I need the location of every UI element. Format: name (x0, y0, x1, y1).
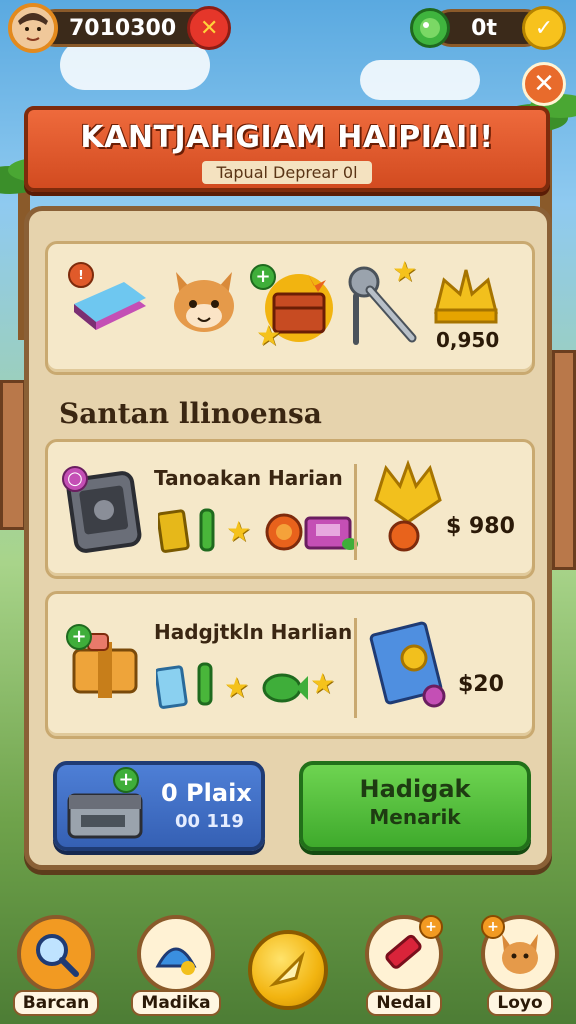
new-badge-icon: ! (68, 262, 94, 288)
task-card-1[interactable]: ○ Tanoakan Harian ★ $ 980 (45, 439, 535, 579)
notification-badge-icon: + (419, 915, 443, 939)
close-button[interactable]: ✕ (522, 62, 566, 106)
search-icon (17, 915, 95, 993)
section-title: Santan llinoensa (59, 397, 322, 430)
card-item-icon (156, 508, 190, 558)
event-banner: KANTJAHGIAM HAIPIAII! Tapual Deprear 0l (24, 106, 550, 192)
hammer-item-icon: ★ (344, 258, 420, 350)
book-item-icon: ! (68, 262, 150, 344)
nav-item-loyo[interactable]: + Loyo (470, 915, 570, 1016)
nav-label: Nedal (366, 990, 442, 1016)
arrow-icon (268, 950, 305, 987)
dynamite-icon: + (365, 915, 443, 993)
nav-item-magic[interactable]: Madika (126, 915, 226, 1016)
add-badge-icon: + (250, 264, 276, 290)
hud-score: 7010300 ✕ (8, 3, 232, 53)
potion-icon (194, 660, 216, 712)
nav-label: Barcan (12, 990, 100, 1016)
gem-icon (410, 8, 451, 48)
add-badge-icon: + (113, 767, 139, 793)
magic-shell-icon (137, 915, 215, 993)
plaix-button[interactable]: + 0 Plaix 00 119 (53, 761, 265, 851)
green-button-subtitle: Menarik (369, 805, 461, 829)
nav-item-medal[interactable]: + Nedal (354, 915, 454, 1016)
blue-button-title: 0 Plaix (161, 779, 252, 807)
claim-button[interactable]: Hadigak Menarik (299, 761, 531, 851)
treasure-chest-icon: + ★ (250, 264, 338, 350)
banner-subtitle: Tapual Deprear 0l (202, 161, 372, 184)
star-icon: ★ (310, 667, 336, 700)
cat-item-icon (166, 264, 242, 344)
chest-box-icon (67, 793, 143, 839)
add-coin-button[interactable]: ✓ (522, 6, 566, 50)
house-left (0, 380, 26, 530)
card-divider (354, 464, 357, 560)
blue-button-value: 00 119 (175, 811, 244, 832)
house-right (552, 350, 576, 570)
hud-currency: 0t ✓ (410, 6, 566, 50)
close-icon[interactable]: ✕ (187, 6, 232, 50)
reward-price: 0,950 (436, 328, 500, 352)
star-icon: ★ (256, 319, 282, 352)
star-icon: ★ (226, 515, 252, 548)
task-card-2[interactable]: + Hadgjtkln Harlian ★ ★ $20 (45, 591, 535, 739)
task-label-1: Tanoakan Harian (154, 466, 343, 490)
banner-title: KANTJAHGIAM HAIPIAII! (80, 120, 494, 155)
add-badge-icon: + (66, 624, 92, 650)
blueprint-gear-icon (368, 614, 454, 714)
player-avatar[interactable] (8, 3, 58, 53)
coin-icon (264, 512, 304, 556)
task-price-2: $20 (458, 672, 504, 697)
card-divider (354, 618, 357, 718)
potion-icon (196, 506, 218, 558)
star-icon: ★ (392, 255, 418, 288)
green-button-title: Hadigak (359, 775, 471, 803)
task-price-1: $ 980 (446, 514, 515, 539)
notification-badge-icon: + (481, 915, 505, 939)
task-label-2: Hadgjtkln Harlian (154, 620, 353, 644)
reward-panel: ! + ★ ★ 0,950 Santan llinoensa ○ Tanoaka… (24, 206, 552, 870)
new-badge-icon: ○ (62, 466, 88, 492)
gold-crown-icon (430, 264, 502, 332)
crown-amulet-icon (370, 459, 446, 560)
star-icon: ★ (224, 671, 250, 704)
package-item-icon: + (66, 624, 146, 708)
card-item-icon (154, 664, 188, 714)
leaf-fish-icon (262, 670, 308, 710)
cloud (360, 60, 480, 100)
device-item-icon: ○ (62, 466, 146, 560)
nav-label: Madika (131, 990, 221, 1016)
home-coin-button[interactable] (248, 930, 328, 1010)
gift-box-icon (302, 508, 360, 558)
cat-avatar-icon: + (481, 915, 559, 993)
nav-item-search[interactable]: Barcan (6, 915, 106, 1016)
reward-row-card: ! + ★ ★ 0,950 (45, 241, 535, 375)
nav-label: Loyo (487, 990, 553, 1016)
